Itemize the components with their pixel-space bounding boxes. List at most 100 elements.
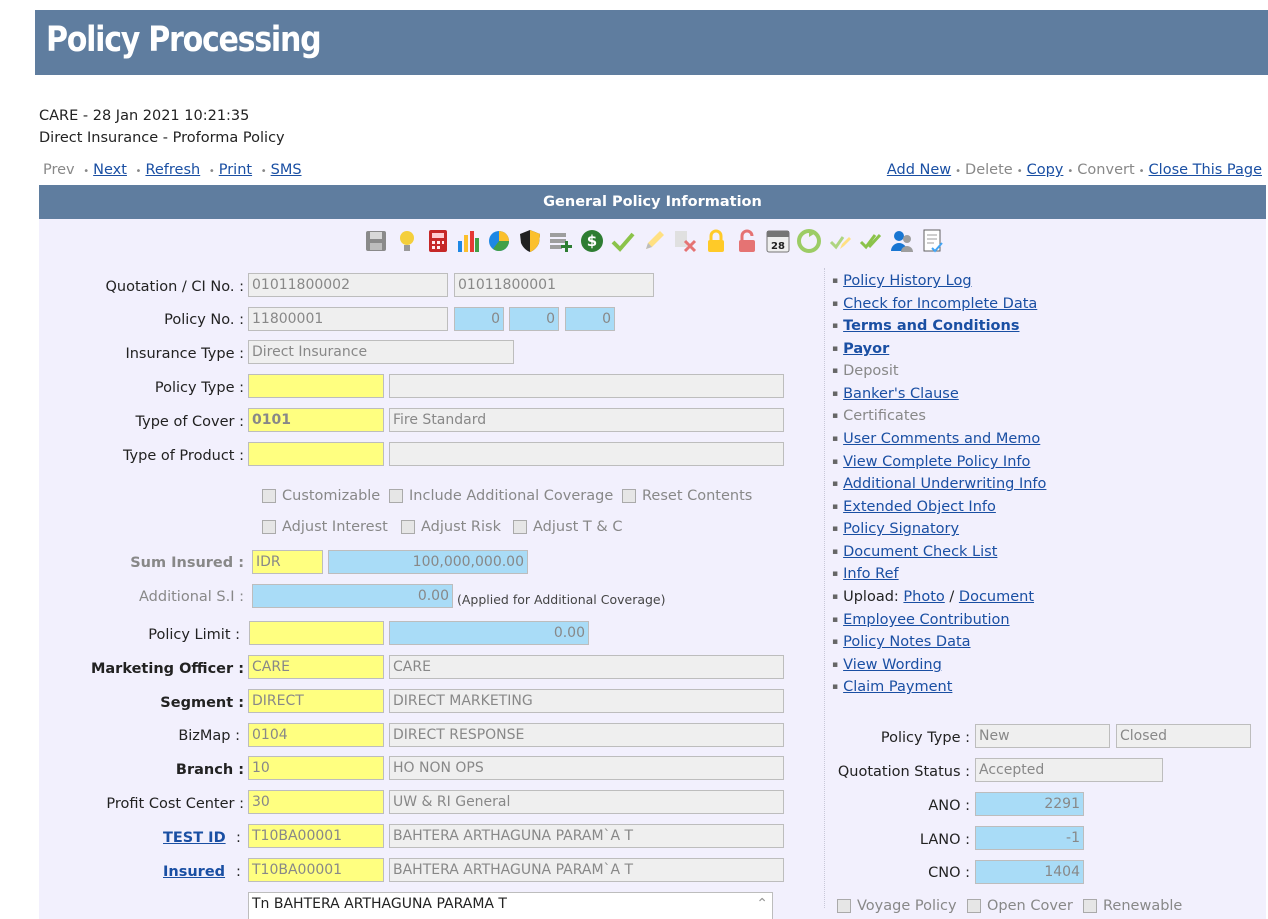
check-incomplete-link[interactable]: ▪ Check for Incomplete Data [832,296,1037,312]
info-ref-link[interactable]: ▪ Info Ref [832,566,899,582]
view-wording-link[interactable]: ▪ View Wording [832,657,942,673]
link-text[interactable]: View Wording [843,657,942,673]
link-text[interactable]: Additional Underwriting Info [843,476,1046,492]
link-text[interactable]: Terms and Conditions [843,318,1019,334]
link-text[interactable]: User Comments and Memo [843,431,1040,447]
policy-history-log-link[interactable]: ▪ Policy History Log [832,273,972,289]
test-id-link-text[interactable]: TEST ID [163,830,226,846]
segment-desc-field[interactable]: DIRECT MARKETING [389,689,784,713]
copy-link[interactable]: Copy [1027,162,1064,178]
additional-underwriting-link[interactable]: ▪ Additional Underwriting Info [832,476,1046,492]
link-text[interactable]: Payor [843,341,889,357]
terms-conditions-link[interactable]: ▪ Terms and Conditions [832,318,1019,334]
status-policy-type-field[interactable]: New [975,724,1110,748]
policy-no-field[interactable]: 11800001 [248,307,448,331]
document-check-icon[interactable] [921,228,945,254]
user-comments-link[interactable]: ▪ User Comments and Memo [832,431,1040,447]
open-cover-checkbox[interactable]: Open Cover [967,898,1073,914]
insured-code-field[interactable]: T10BA00001 [248,858,384,882]
upload-document-link[interactable]: Document [959,589,1034,605]
link-text[interactable]: Check for Incomplete Data [843,296,1037,312]
calendar-icon[interactable]: 28 [766,228,790,254]
insured-name-textarea[interactable]: Tn BAHTERA ARTHAGUNA PARAMA T ⌃ [248,892,773,919]
quotation-status-field[interactable]: Accepted [975,758,1163,782]
adjust-risk-checkbox[interactable]: Adjust Risk [401,519,501,535]
sms-link[interactable]: SMS [271,162,302,178]
lightbulb-icon[interactable] [395,228,419,254]
type-of-cover-desc-field[interactable]: Fire Standard [389,408,784,432]
checkbox-box[interactable] [262,489,276,503]
checkbox-box[interactable] [967,899,981,913]
calculator-icon[interactable] [426,228,450,254]
policy-limit-code-field[interactable] [249,621,384,645]
adjust-tc-checkbox[interactable]: Adjust T & C [513,519,622,535]
bankers-clause-link[interactable]: ▪ Banker's Clause [832,386,959,402]
link-text[interactable]: Banker's Clause [843,386,959,402]
lano-field[interactable]: -1 [975,826,1084,850]
reset-contents-checkbox[interactable]: Reset Contents [622,488,752,504]
pencil-icon[interactable] [642,228,666,254]
sum-insured-currency-field[interactable]: IDR [252,550,323,574]
insured-link-text[interactable]: Insured [163,864,225,880]
policy-limit-amount-field[interactable]: 0.00 [389,621,589,645]
test-id-desc-field[interactable]: BAHTERA ARTHAGUNA PARAM`A T [389,824,784,848]
checkbox-box[interactable] [513,520,527,534]
view-complete-policy-link[interactable]: ▪ View Complete Policy Info [832,454,1030,470]
link-text[interactable]: Claim Payment [843,679,952,695]
lock-icon[interactable] [704,228,728,254]
user-group-icon[interactable] [890,228,914,254]
additional-si-field[interactable]: 0.00 [252,584,453,608]
link-text[interactable]: Policy History Log [843,273,971,289]
policy-type-desc-field[interactable] [389,374,784,398]
policy-signatory-link[interactable]: ▪ Policy Signatory [832,521,959,537]
link-text[interactable]: Extended Object Info [843,499,996,515]
bizmap-desc-field[interactable]: DIRECT RESPONSE [389,723,784,747]
policy-type-code-field[interactable] [248,374,384,398]
renewable-checkbox[interactable]: Renewable [1083,898,1182,914]
link-text[interactable]: Policy Signatory [843,521,959,537]
checkbox-box[interactable] [622,489,636,503]
link-text[interactable]: Document Check List [843,544,997,560]
marketing-officer-desc-field[interactable]: CARE [389,655,784,679]
profit-cost-center-desc-field[interactable]: UW & RI General [389,790,784,814]
check-icon[interactable] [611,228,635,254]
profit-cost-center-code-field[interactable]: 30 [248,790,384,814]
unlock-icon[interactable] [735,228,759,254]
policy-no-part1[interactable]: 0 [454,307,504,331]
type-of-cover-code-field[interactable]: 0101 [248,408,384,432]
payor-link[interactable]: ▪ Payor [832,341,889,357]
quotation-no-field[interactable]: 01011800002 [248,273,448,297]
extended-object-link[interactable]: ▪ Extended Object Info [832,499,996,515]
bizmap-code-field[interactable]: 0104 [248,723,384,747]
cno-field[interactable]: 1404 [975,860,1084,884]
close-page-link[interactable]: Close This Page [1149,162,1262,178]
cancel-icon[interactable] [673,228,697,254]
sum-insured-amount-field[interactable]: 100,000,000.00 [328,550,528,574]
add-new-link[interactable]: Add New [887,162,951,178]
scroll-up-icon[interactable]: ⌃ [756,893,768,915]
link-text[interactable]: View Complete Policy Info [843,454,1030,470]
checkbox-box[interactable] [1083,899,1097,913]
claim-payment-link[interactable]: ▪ Claim Payment [832,679,952,695]
customizable-checkbox[interactable]: Customizable [262,488,380,504]
ano-field[interactable]: 2291 [975,792,1084,816]
recycle-icon[interactable] [797,228,821,254]
status-policy-state-field[interactable]: Closed [1116,724,1251,748]
voyage-policy-checkbox[interactable]: Voyage Policy [837,898,957,914]
ci-no-field[interactable]: 01011800001 [454,273,654,297]
next-link[interactable]: Next [93,162,127,178]
shield-icon[interactable] [518,228,542,254]
stack-add-icon[interactable] [549,228,573,254]
employee-contribution-link[interactable]: ▪ Employee Contribution [832,612,1010,628]
test-id-link[interactable]: TEST ID [163,830,226,846]
insured-link[interactable]: Insured [163,864,225,880]
branch-desc-field[interactable]: HO NON OPS [389,756,784,780]
checkbox-box[interactable] [837,899,851,913]
include-additional-coverage-checkbox[interactable]: Include Additional Coverage [389,488,613,504]
marketing-officer-code-field[interactable]: CARE [248,655,384,679]
insurance-type-field[interactable]: Direct Insurance [248,340,514,364]
refresh-link[interactable]: Refresh [145,162,200,178]
insured-desc-field[interactable]: BAHTERA ARTHAGUNA PARAM`A T [389,858,784,882]
document-checklist-link[interactable]: ▪ Document Check List [832,544,997,560]
checkbox-box[interactable] [262,520,276,534]
